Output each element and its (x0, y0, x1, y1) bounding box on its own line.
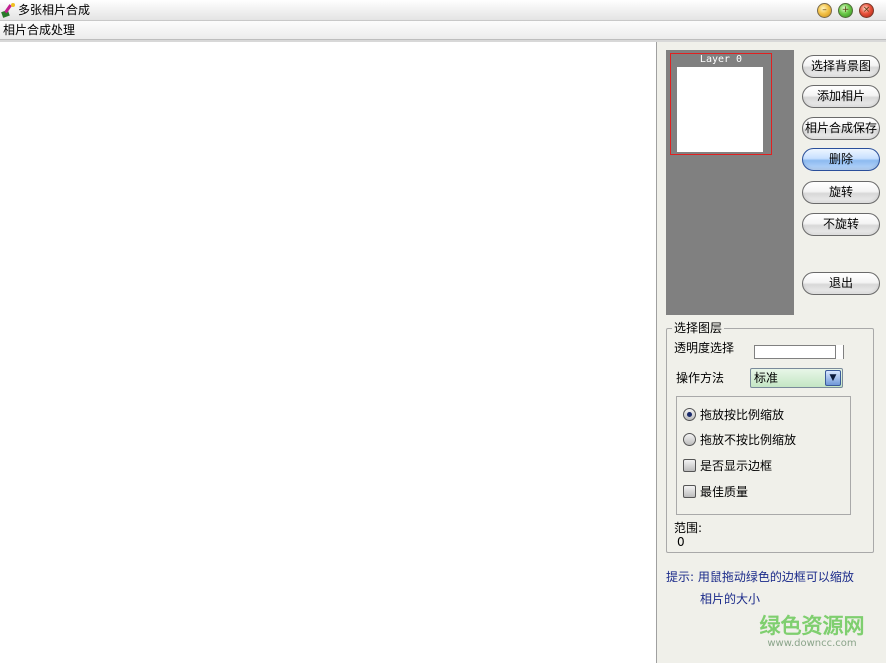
close-icon: × (862, 5, 871, 15)
layer-settings-group: 选择图层 透明度选择 操作方法 标准 ▼ 拖放按比例缩放 拖放不按比例缩放 是否… (666, 321, 874, 553)
exit-button[interactable]: 退出 (802, 272, 880, 295)
window-title: 多张相片合成 (18, 3, 91, 17)
opacity-label: 透明度选择 (674, 341, 735, 355)
radio-checked-icon[interactable] (683, 408, 696, 421)
layer-list[interactable]: Layer 0 (666, 50, 794, 315)
checkbox-unchecked-icon[interactable] (683, 459, 696, 472)
maximize-icon: + (841, 5, 850, 15)
rotate-button[interactable]: 旋转 (802, 181, 880, 204)
option-label: 是否显示边框 (700, 459, 773, 473)
photo-canvas[interactable] (0, 42, 657, 663)
layer-item-selected[interactable]: Layer 0 (670, 53, 772, 155)
layer-settings-title: 选择图层 (672, 321, 725, 335)
select-background-button[interactable]: 选择背景图 (802, 55, 880, 78)
radio-unchecked-icon[interactable] (683, 433, 696, 446)
minimize-button[interactable]: – (817, 3, 832, 18)
options-box: 拖放按比例缩放 拖放不按比例缩放 是否显示边框 最佳质量 (676, 396, 851, 515)
method-label: 操作方法 (676, 371, 725, 385)
add-photo-button[interactable]: 添加相片 (802, 85, 880, 108)
title-bar: 多张相片合成 – + × (0, 0, 886, 21)
save-composite-button[interactable]: 相片合成保存 (802, 117, 880, 140)
method-select[interactable]: 标准 ▼ (750, 368, 843, 388)
control-panel: Layer 0 选择背景图 添加相片 相片合成保存 删除 旋转 不旋转 退出 选… (657, 42, 886, 663)
opacity-slider[interactable] (754, 345, 844, 359)
watermark: 绿色资源网 www.downcc.com (747, 614, 877, 650)
hint-line: 相片的大小 (700, 592, 761, 606)
hint-text: 提示: 用鼠拖动绿色的边框可以缩放 相片的大小 (666, 566, 866, 610)
method-dropdown-button[interactable]: ▼ (825, 370, 841, 386)
watermark-url: www.downcc.com (767, 638, 857, 649)
menu-item-photo-composite[interactable]: 相片合成处理 (1, 23, 77, 38)
minimize-icon: – (822, 5, 827, 15)
option-label: 拖放不按比例缩放 (700, 433, 797, 447)
option-label: 最佳质量 (700, 485, 749, 499)
method-value: 标准 (754, 371, 779, 385)
layer-thumbnail (677, 67, 763, 152)
option-label: 拖放按比例缩放 (700, 408, 785, 422)
close-button[interactable]: × (859, 3, 874, 18)
no-rotate-button[interactable]: 不旋转 (802, 213, 880, 236)
paint-brush-icon (1, 3, 15, 18)
range-label: 范围: (674, 521, 703, 535)
layer-label: Layer 0 (699, 54, 743, 65)
menu-bar: 相片合成处理 (0, 21, 886, 40)
checkbox-unchecked-icon[interactable] (683, 485, 696, 498)
hint-line: 提示: 用鼠拖动绿色的边框可以缩放 (666, 570, 854, 584)
chevron-down-icon: ▼ (829, 373, 837, 383)
watermark-logo-text: 绿色资源网 (759, 614, 865, 638)
opacity-slider-thumb[interactable] (835, 345, 843, 359)
maximize-button[interactable]: + (838, 3, 853, 18)
range-value: 0 (677, 535, 685, 549)
delete-button[interactable]: 删除 (802, 148, 880, 171)
